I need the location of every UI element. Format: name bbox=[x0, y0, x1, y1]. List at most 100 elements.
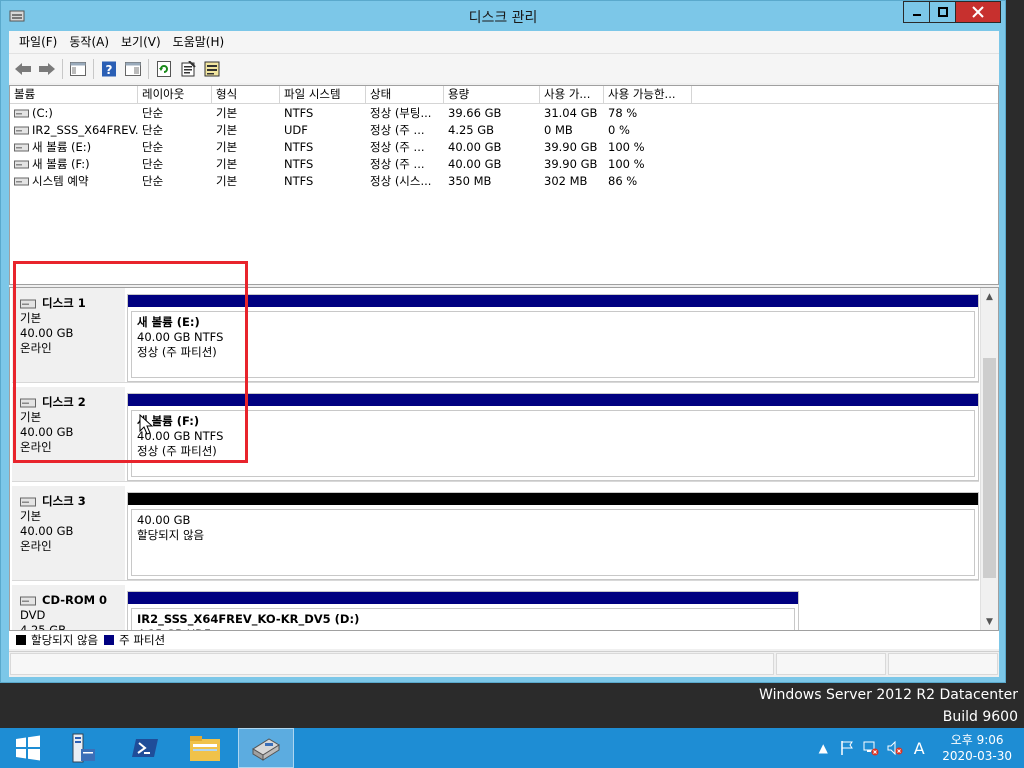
menu-view[interactable]: 보기(V) bbox=[115, 31, 167, 53]
network-icon[interactable] bbox=[862, 739, 880, 757]
disk-label[interactable]: 디스크 2 기본 40.00 GB 온라인 bbox=[12, 387, 125, 481]
disk-management-window: 디스크 관리 파일(F) 동작(A) 보기(V) 도움말(H) ? 볼륨 레이아… bbox=[0, 0, 1006, 683]
volume-cell: 39.66 GB bbox=[444, 106, 540, 120]
title-bar[interactable]: 디스크 관리 bbox=[1, 1, 1005, 31]
partition-block[interactable]: 40.00 GB 할당되지 않음 bbox=[127, 492, 979, 580]
clock-date: 2020-03-30 bbox=[942, 749, 1012, 763]
partition-block[interactable]: 새 볼륨 (F:) 40.00 GB NTFS 정상 (주 파티션) bbox=[127, 393, 979, 481]
partition-block[interactable]: 새 볼륨 (E:) 40.00 GB NTFS 정상 (주 파티션) bbox=[127, 294, 979, 382]
menu-help[interactable]: 도움말(H) bbox=[167, 31, 231, 53]
volume-row[interactable]: 새 볼륨 (F:) 단순 기본 NTFS 정상 (주 ... 40.00 GB 39.90 … bbox=[10, 155, 998, 172]
volume-icon[interactable] bbox=[886, 739, 904, 757]
disk-row[interactable]: 디스크 3 기본 40.00 GB 온라인 40.00 GB 할당되지 않음 bbox=[12, 486, 979, 581]
back-button[interactable] bbox=[13, 59, 33, 79]
volume-cell-text: 0 % bbox=[608, 122, 630, 137]
scroll-up-arrow[interactable]: ▲ bbox=[981, 288, 998, 305]
partition-status: 정상 (주 파티션) bbox=[137, 345, 217, 359]
menu-action[interactable]: 동작(A) bbox=[63, 31, 115, 53]
status-cell-main bbox=[10, 653, 774, 675]
forward-button[interactable] bbox=[37, 59, 57, 79]
column-header-status[interactable]: 상태 bbox=[366, 86, 444, 104]
clock[interactable]: 오후 9:06 2020-03-30 bbox=[942, 732, 1012, 764]
volume-cell: 정상 (시스... bbox=[366, 173, 444, 189]
volume-cell-text: 단순 bbox=[142, 156, 164, 171]
toolbar-separator bbox=[62, 58, 63, 79]
system-tray: ▲ A 오후 9:06 2020-03-30 bbox=[808, 728, 1012, 768]
volume-cell: 39.90 GB bbox=[540, 157, 604, 171]
volume-row[interactable]: 시스템 예약 단순 기본 NTFS 정상 (시스... 350 MB 302 MB 86 % bbox=[10, 172, 998, 189]
disk-name-text: 디스크 1 bbox=[42, 296, 86, 310]
column-header-capacity[interactable]: 용량 bbox=[444, 86, 540, 104]
taskbar-disk-management[interactable] bbox=[238, 728, 294, 768]
properties-icon bbox=[181, 60, 196, 76]
refresh-button[interactable] bbox=[154, 59, 174, 79]
disk-row[interactable]: 디스크 1 기본 40.00 GB 온라인 새 볼륨 (E:) 40.00 GB NTFS… bbox=[12, 288, 979, 383]
minimize-icon bbox=[912, 14, 921, 16]
network-status-icon bbox=[863, 741, 879, 756]
column-header-volume[interactable]: 볼륨 bbox=[10, 86, 138, 104]
volume-cell-text: 39.66 GB bbox=[448, 105, 502, 120]
volume-cell-text: 39.90 GB bbox=[544, 156, 598, 171]
disk-status: 온라인 bbox=[20, 440, 52, 454]
partition-title: 새 볼륨 (E:) bbox=[137, 315, 200, 329]
volume-cell: 86 % bbox=[604, 174, 692, 188]
volume-cell: 단순 bbox=[138, 105, 212, 121]
show-hidden-icons-button[interactable]: ▲ bbox=[814, 739, 832, 757]
legend-swatch-primary bbox=[104, 635, 115, 645]
help-button[interactable]: ? bbox=[99, 59, 119, 79]
disk-name-text: CD-ROM 0 bbox=[42, 593, 108, 607]
volume-row[interactable]: IR2_SSS_X64FREV... 단순 기본 UDF 정상 (주 ... 4.25 G… bbox=[10, 121, 998, 138]
scroll-thumb[interactable] bbox=[983, 358, 996, 578]
partition-details: 새 볼륨 (E:) 40.00 GB NTFS 정상 (주 파티션) bbox=[131, 311, 975, 378]
disk-row[interactable]: 디스크 2 기본 40.00 GB 온라인 새 볼륨 (F:) 40.00 GB NTFS… bbox=[12, 387, 979, 482]
start-button[interactable] bbox=[0, 728, 56, 768]
volume-cell: UDF bbox=[280, 123, 366, 137]
volume-cell-text: 시스템 예약 bbox=[32, 173, 89, 188]
minimize-button[interactable] bbox=[903, 1, 930, 23]
volume-cell-text: 기본 bbox=[216, 122, 238, 137]
volume-row[interactable]: 새 볼륨 (E:) 단순 기본 NTFS 정상 (주 ... 40.00 GB 39.90 … bbox=[10, 138, 998, 155]
column-header-free-space[interactable]: 사용 가... bbox=[540, 86, 604, 104]
legend-label-primary: 주 파티션 bbox=[119, 633, 166, 647]
maximize-button[interactable] bbox=[929, 1, 956, 23]
column-header-layout[interactable]: 레이아웃 bbox=[138, 86, 212, 104]
volume-cell-text: 39.90 GB bbox=[544, 139, 598, 154]
properties-button[interactable] bbox=[178, 59, 198, 79]
powershell-icon bbox=[132, 739, 158, 757]
properties-view-button[interactable] bbox=[123, 59, 143, 79]
vertical-scrollbar[interactable]: ▲ ▼ bbox=[980, 288, 998, 630]
volume-cell: 시스템 예약 bbox=[10, 173, 138, 189]
status-bar bbox=[9, 651, 999, 675]
settings-button[interactable] bbox=[202, 59, 222, 79]
console-tree-button[interactable] bbox=[68, 59, 88, 79]
volume-cell: 78 % bbox=[604, 106, 692, 120]
input-method-indicator[interactable]: A bbox=[910, 739, 928, 758]
menu-bar: 파일(F) 동작(A) 보기(V) 도움말(H) bbox=[9, 31, 999, 53]
partition-details: IR2_SSS_X64FREV_KO-KR_DV5 (D:)4.25 GB UD… bbox=[131, 608, 795, 630]
column-header-percent-free[interactable]: 사용 가능한... bbox=[604, 86, 692, 104]
disk-row[interactable]: CD-ROM 0DVD4.25 GB온라인 IR2_SSS_X64FREV_KO-… bbox=[12, 585, 979, 630]
column-header-filesystem[interactable]: 파일 시스템 bbox=[280, 86, 366, 104]
column-header-type[interactable]: 형식 bbox=[212, 86, 280, 104]
partition-status: 할당되지 않음 bbox=[137, 528, 205, 542]
volume-cell-text: 31.04 GB bbox=[544, 105, 598, 120]
volume-cell: NTFS bbox=[280, 140, 366, 154]
disk-label[interactable]: CD-ROM 0DVD4.25 GB온라인 bbox=[12, 585, 125, 630]
volume-row[interactable]: (C:) 단순 기본 NTFS 정상 (부팅... 39.66 GB 31.04 GB 78 … bbox=[10, 104, 998, 121]
taskbar-powershell[interactable] bbox=[117, 728, 173, 768]
taskbar-server-manager[interactable] bbox=[53, 728, 109, 768]
volume-cell-text: 78 % bbox=[608, 105, 638, 120]
volume-cell-text: 단순 bbox=[142, 139, 164, 154]
disk-label[interactable]: 디스크 1 기본 40.00 GB 온라인 bbox=[12, 288, 125, 382]
maximize-icon bbox=[937, 7, 948, 17]
scroll-down-arrow[interactable]: ▼ bbox=[981, 613, 998, 630]
volume-cell-text: NTFS bbox=[284, 173, 314, 188]
volume-cell-text: 40.00 GB bbox=[448, 156, 502, 171]
volume-cell-text: 100 % bbox=[608, 139, 645, 154]
close-button[interactable] bbox=[955, 1, 1001, 23]
partition-block[interactable]: IR2_SSS_X64FREV_KO-KR_DV5 (D:)4.25 GB UD… bbox=[127, 591, 799, 630]
action-center-flag-icon[interactable] bbox=[838, 739, 856, 757]
disk-label[interactable]: 디스크 3 기본 40.00 GB 온라인 bbox=[12, 486, 125, 580]
menu-file[interactable]: 파일(F) bbox=[13, 31, 63, 53]
taskbar-file-explorer[interactable] bbox=[177, 728, 233, 768]
